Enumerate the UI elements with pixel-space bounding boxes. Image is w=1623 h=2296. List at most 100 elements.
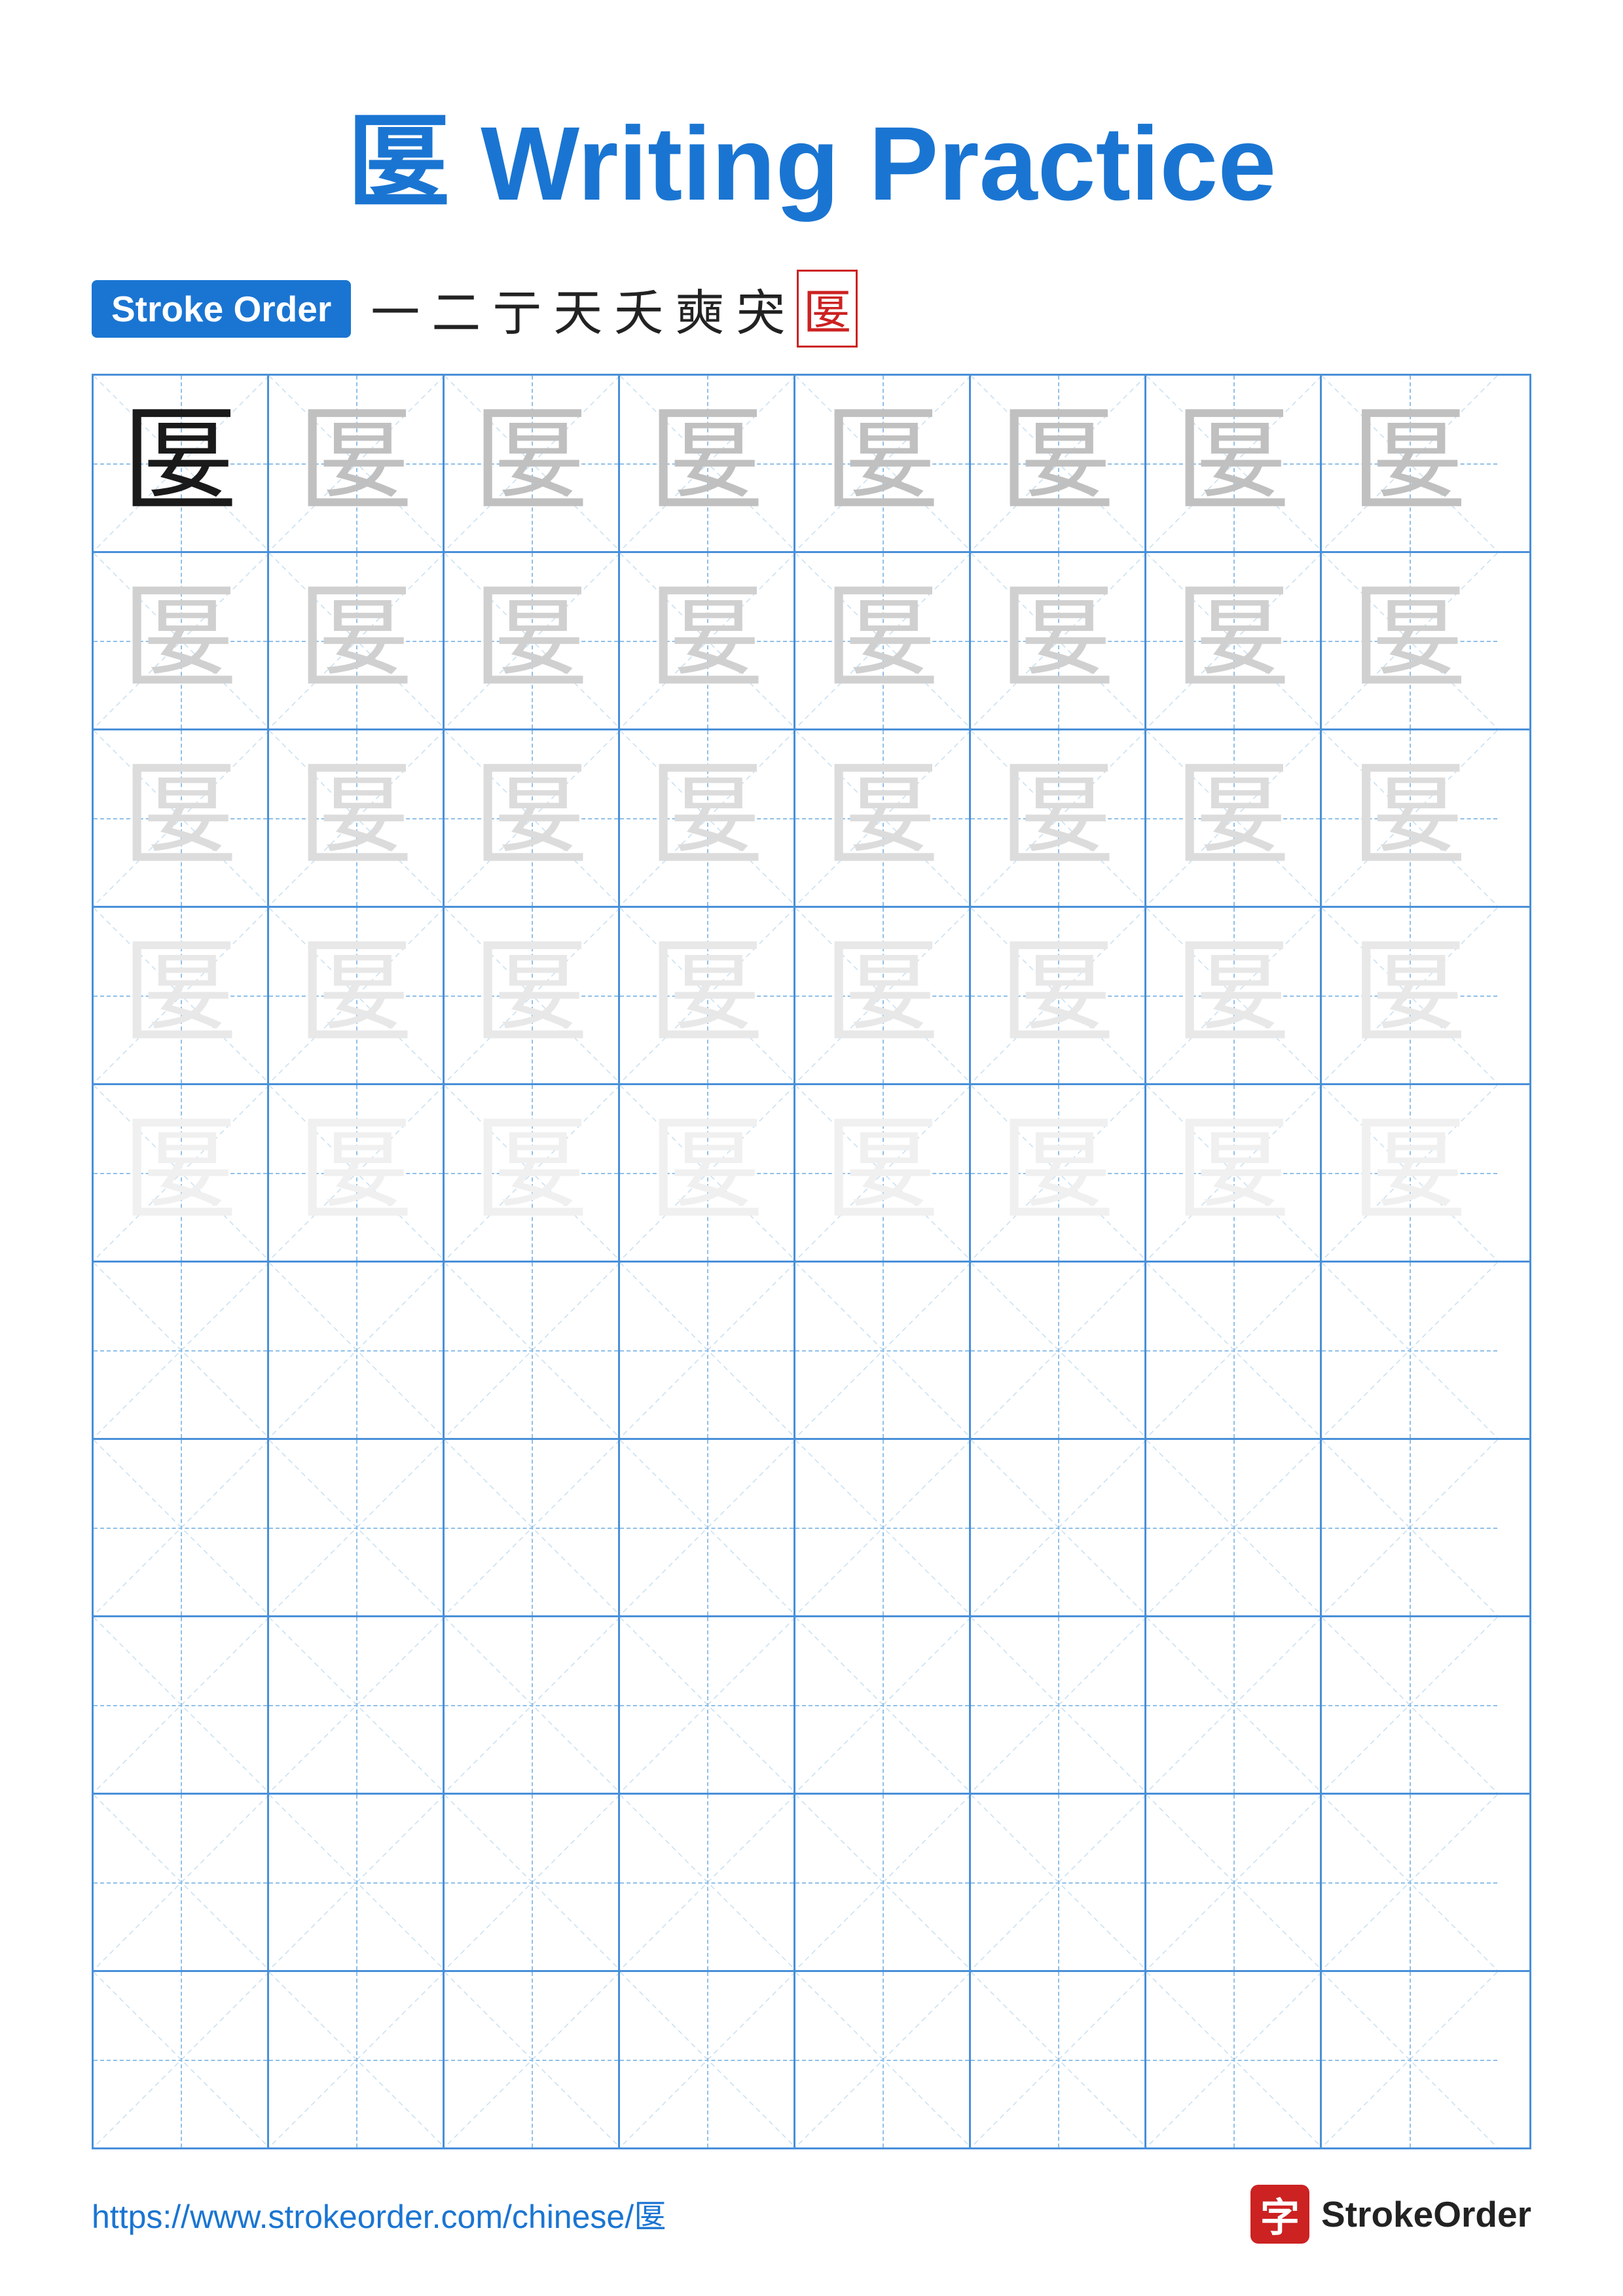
grid-cell[interactable]: 匽	[445, 908, 620, 1083]
grid-cell[interactable]	[795, 1617, 971, 1793]
grid-cell[interactable]: 匽	[795, 553, 971, 728]
grid-cell[interactable]: 匽	[1322, 730, 1497, 906]
grid-cell[interactable]	[269, 1440, 445, 1615]
grid-cell[interactable]: 匽	[971, 908, 1146, 1083]
grid-cell[interactable]: 匽	[620, 553, 795, 728]
grid-cell[interactable]: 匽	[269, 730, 445, 906]
grid-cell[interactable]: 匽	[795, 730, 971, 906]
grid-cell[interactable]: 匽	[269, 908, 445, 1083]
grid-cell[interactable]	[94, 1972, 269, 2147]
grid-cell[interactable]	[269, 1795, 445, 1970]
grid-cell[interactable]: 匽	[1322, 553, 1497, 728]
grid-cell[interactable]: 匽	[971, 376, 1146, 551]
grid-cell[interactable]	[620, 1617, 795, 1793]
grid-cell[interactable]: 匽	[620, 908, 795, 1083]
grid-cell[interactable]	[445, 1617, 620, 1793]
grid-cell[interactable]: 匽	[971, 1085, 1146, 1261]
grid-cell[interactable]	[1322, 1263, 1497, 1438]
grid-cell[interactable]	[1322, 1617, 1497, 1793]
grid-cell[interactable]	[94, 1263, 269, 1438]
grid-cell[interactable]	[445, 1795, 620, 1970]
grid-cell[interactable]	[971, 1617, 1146, 1793]
grid-cell[interactable]	[269, 1972, 445, 2147]
grid-cell[interactable]: 匽	[94, 730, 269, 906]
grid-cell[interactable]: 匽	[1146, 553, 1322, 728]
grid-cell[interactable]	[94, 1795, 269, 1970]
stroke-order-row: Stroke Order 一 二 亍 天 夭 奭 宊 匽	[0, 270, 1623, 348]
grid-cell[interactable]	[795, 1440, 971, 1615]
grid-cell[interactable]	[1322, 1972, 1497, 2147]
grid-cell[interactable]: 匽	[269, 376, 445, 551]
grid-cell[interactable]: 匽	[445, 553, 620, 728]
grid-cell[interactable]	[971, 1263, 1146, 1438]
practice-char: 匽	[297, 404, 414, 522]
grid-cell[interactable]: 匽	[971, 730, 1146, 906]
footer-logo: 字 StrokeOrder	[1250, 2185, 1531, 2244]
grid-cell[interactable]	[795, 1972, 971, 2147]
grid-cell[interactable]	[269, 1617, 445, 1793]
grid-cell[interactable]	[1322, 1440, 1497, 1615]
grid-cell[interactable]	[620, 1972, 795, 2147]
grid-cell[interactable]: 匽	[1322, 376, 1497, 551]
title-character: 匽	[347, 106, 452, 223]
grid-cell[interactable]	[1146, 1440, 1322, 1615]
grid-cell[interactable]: 匽	[620, 730, 795, 906]
grid-cell[interactable]	[971, 1440, 1146, 1615]
grid-cell[interactable]: 匽	[620, 1085, 795, 1261]
grid-cell[interactable]	[795, 1263, 971, 1438]
practice-char: 匽	[1351, 937, 1468, 1054]
grid-cell[interactable]	[269, 1263, 445, 1438]
grid-cell[interactable]: 匽	[445, 730, 620, 906]
grid-cell[interactable]: 匽	[1146, 730, 1322, 906]
grid-cell[interactable]: 匽	[795, 1085, 971, 1261]
grid-cell[interactable]: 匽	[445, 1085, 620, 1261]
grid-cell[interactable]: 匽	[1146, 376, 1322, 551]
grid-cell[interactable]	[1146, 1263, 1322, 1438]
grid-cell[interactable]: 匽	[445, 376, 620, 551]
grid-cell[interactable]	[1146, 1795, 1322, 1970]
grid-cell[interactable]: 匽	[269, 553, 445, 728]
grid-cell[interactable]	[445, 1263, 620, 1438]
stroke-order-badge: Stroke Order	[92, 280, 351, 338]
grid-row-4: 匽 匽 匽 匽 匽 匽 匽	[94, 908, 1529, 1085]
grid-cell[interactable]	[445, 1440, 620, 1615]
grid-cell[interactable]: 匽	[269, 1085, 445, 1261]
footer-url[interactable]: https://www.strokeorder.com/chinese/匽	[92, 2191, 666, 2238]
grid-cell[interactable]: 匽	[1146, 1085, 1322, 1261]
practice-char: 匽	[121, 404, 239, 522]
grid-cell[interactable]	[1146, 1617, 1322, 1793]
grid-cell[interactable]: 匽	[620, 376, 795, 551]
grid-cell[interactable]	[795, 1795, 971, 1970]
grid-cell[interactable]	[1322, 1795, 1497, 1970]
grid-cell[interactable]: 匽	[94, 553, 269, 728]
grid-cell[interactable]: 匽	[795, 908, 971, 1083]
stroke-chars: 一 二 亍 天 夭 奭 宊 匽	[371, 270, 858, 348]
grid-cell[interactable]	[971, 1972, 1146, 2147]
practice-char: 匽	[1351, 582, 1468, 700]
stroke-6: 奭	[675, 273, 724, 344]
grid-cell[interactable]	[620, 1440, 795, 1615]
practice-char: 匽	[1174, 404, 1292, 522]
grid-cell[interactable]: 匽	[795, 376, 971, 551]
grid-cell[interactable]: 匽	[94, 908, 269, 1083]
practice-grid: 匽 匽 匽 匽 匽 匽 匽	[92, 374, 1531, 2149]
grid-cell[interactable]	[445, 1972, 620, 2147]
grid-cell[interactable]: 匽	[94, 376, 269, 551]
grid-cell[interactable]	[620, 1795, 795, 1970]
grid-cell[interactable]	[971, 1795, 1146, 1970]
title-label: Writing Practice	[481, 105, 1276, 222]
practice-char: 匽	[297, 759, 414, 877]
grid-cell[interactable]	[1146, 1972, 1322, 2147]
grid-cell[interactable]	[94, 1617, 269, 1793]
grid-cell[interactable]: 匽	[94, 1085, 269, 1261]
grid-cell[interactable]: 匽	[1146, 908, 1322, 1083]
grid-cell[interactable]	[94, 1440, 269, 1615]
grid-cell[interactable]	[620, 1263, 795, 1438]
stroke-5: 夭	[614, 273, 663, 344]
grid-row-5: 匽 匽 匽 匽 匽 匽 匽	[94, 1085, 1529, 1263]
grid-cell[interactable]: 匽	[1322, 1085, 1497, 1261]
grid-cell[interactable]: 匽	[1322, 908, 1497, 1083]
grid-cell[interactable]: 匽	[971, 553, 1146, 728]
footer-logo-text: StrokeOrder	[1321, 2193, 1531, 2235]
stroke-2: 二	[431, 273, 481, 344]
